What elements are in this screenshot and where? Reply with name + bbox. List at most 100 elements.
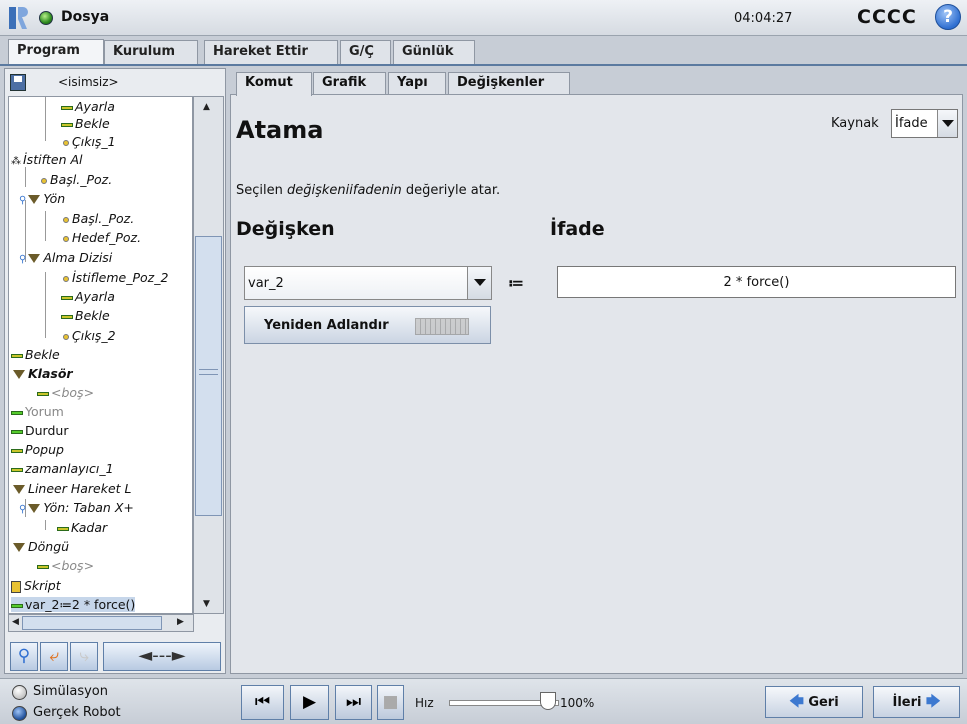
tree-item[interactable]: ⁂ İstiften Al: [11, 152, 83, 167]
tree-item[interactable]: Skript: [11, 578, 61, 593]
tab-komut[interactable]: Komut: [236, 72, 312, 96]
tree-item[interactable]: ⚲ Alma Dizisi: [19, 250, 112, 265]
expression-field[interactable]: 2 * force(): [557, 266, 956, 298]
tree-item-label: Çıkış_2: [72, 328, 116, 343]
save-icon[interactable]: [10, 74, 26, 91]
tree-item[interactable]: Yorum: [11, 404, 64, 419]
variable-heading: Değişken: [236, 218, 335, 240]
scroll-up-icon[interactable]: ▲: [203, 102, 210, 112]
tab-kurulum[interactable]: Kurulum: [104, 40, 198, 64]
tab-degiskenler[interactable]: Değişkenler: [448, 72, 570, 94]
tree-item[interactable]: ⚲ Yön: [19, 191, 65, 206]
variable-select[interactable]: var_2: [244, 266, 492, 300]
tab-gunluk[interactable]: Günlük: [393, 40, 475, 64]
expression-heading: İfade: [550, 218, 605, 240]
speed-value: 100%: [560, 696, 595, 710]
help-icon[interactable]: ?: [935, 4, 961, 30]
tree-item[interactable]: Bekle: [11, 347, 60, 362]
tree-item-label: Ayarla: [75, 99, 115, 114]
timer-icon: [11, 467, 23, 472]
undo-icon[interactable]: ⤶: [40, 642, 68, 671]
tab-grafik[interactable]: Grafik: [313, 72, 386, 94]
step-icon[interactable]: ⏭: [335, 685, 372, 720]
tree-item[interactable]: zamanlayıcı_1: [11, 461, 114, 476]
waypoint-icon: [41, 177, 47, 184]
ur-logo-icon: [9, 7, 28, 29]
halt-icon: [11, 429, 23, 434]
scroll-right-icon[interactable]: ▶: [177, 617, 184, 627]
tree-item[interactable]: Çıkış_1: [63, 134, 116, 149]
tree-item[interactable]: Başl._Poz.: [41, 172, 112, 187]
tree-item-label: Lineer Hareket L: [28, 481, 132, 496]
wait-icon: [61, 314, 73, 319]
stop-icon[interactable]: ■: [377, 685, 404, 720]
tab-divider: [0, 64, 967, 66]
direction-icon: [28, 504, 41, 513]
expand-icon[interactable]: ⚲: [19, 504, 26, 515]
tab-io[interactable]: G/Ç: [340, 40, 391, 64]
page-title: Atama: [236, 116, 324, 144]
clock: 04:04:27: [734, 11, 793, 26]
back-button[interactable]: 🡄 Geri: [765, 686, 863, 718]
play-icon[interactable]: ▶: [290, 685, 329, 720]
tree-item[interactable]: Başl._Poz.: [63, 211, 134, 226]
tree-item-label: Bekle: [75, 116, 110, 131]
folder-icon: [28, 195, 41, 204]
tab-yapi[interactable]: Yapı: [388, 72, 446, 94]
tab-program[interactable]: Program: [8, 39, 104, 65]
expand-icon[interactable]: ⚲: [19, 195, 26, 206]
tree-item-label: Yön: Taban X+: [43, 500, 134, 515]
scroll-thumb[interactable]: [22, 616, 162, 630]
top-bar: [0, 0, 967, 36]
wait-icon: [11, 353, 23, 358]
tree-item[interactable]: <boş>: [37, 385, 94, 400]
tree-item[interactable]: Ayarla: [61, 289, 115, 304]
tree-item[interactable]: Klasör: [13, 366, 73, 381]
tree-item[interactable]: Popup: [11, 442, 64, 457]
waypoint-icon: [63, 275, 69, 282]
move-icon: [13, 485, 25, 494]
move-node-button[interactable]: ◄---►: [103, 642, 221, 671]
tree-item-label: <boş>: [51, 385, 95, 400]
tree-item[interactable]: Döngü: [13, 539, 69, 554]
waypoint-icon: [63, 333, 69, 340]
tree-item[interactable]: Ayarla: [61, 99, 115, 114]
expand-icon[interactable]: ⚲: [19, 254, 26, 265]
tree-item[interactable]: Kadar: [57, 520, 107, 535]
tree-item[interactable]: İstifleme_Poz_2: [63, 270, 168, 285]
rewind-icon[interactable]: ⏮: [241, 685, 284, 720]
tree-item[interactable]: Bekle: [61, 308, 110, 323]
chevron-down-icon[interactable]: [937, 110, 957, 137]
redo-icon[interactable]: ⤷: [70, 642, 98, 671]
speed-slider-handle[interactable]: [540, 692, 556, 710]
tree-item[interactable]: Lineer Hareket L: [13, 481, 132, 496]
tab-hareket-ettir[interactable]: Hareket Ettir: [204, 40, 338, 64]
search-icon[interactable]: ⚲: [10, 642, 38, 671]
app-title[interactable]: Dosya: [61, 9, 109, 25]
tree-item[interactable]: Durdur: [11, 423, 68, 438]
status-indicator-icon: [39, 11, 53, 25]
next-label: İleri: [892, 695, 922, 710]
scroll-down-icon[interactable]: ▼: [203, 599, 210, 609]
tree-item[interactable]: Bekle: [61, 116, 110, 131]
real-robot-label: Gerçek Robot: [33, 705, 121, 720]
real-robot-radio[interactable]: [12, 706, 27, 721]
tree-item[interactable]: <boş>: [37, 558, 94, 573]
tree-item[interactable]: Hedef_Poz.: [63, 230, 141, 245]
tree-item-label: Hedef_Poz.: [72, 230, 142, 245]
popup-icon: [11, 448, 23, 453]
chevron-down-icon[interactable]: [467, 267, 491, 299]
scroll-thumb[interactable]: [195, 236, 222, 516]
tree-item-label: Döngü: [28, 539, 70, 554]
program-file-name: <isimsiz>: [58, 75, 119, 89]
simulation-radio[interactable]: [12, 685, 27, 700]
tree-item[interactable]: ⚲ Yön: Taban X+: [19, 500, 134, 515]
source-label: Kaynak: [831, 116, 879, 131]
scroll-left-icon[interactable]: ◀: [12, 617, 19, 627]
tree-item-label: Başl._Poz.: [72, 211, 135, 226]
folder-icon: [28, 254, 41, 263]
tree-item-selected[interactable]: var_2≔2 * force(): [11, 597, 136, 612]
next-button[interactable]: İleri 🡆: [873, 686, 960, 718]
program-tree[interactable]: Ayarla Bekle Çıkış_1 ⁂ İstiften Al Başl._…: [8, 96, 193, 614]
tree-item[interactable]: Çıkış_2: [63, 328, 116, 343]
